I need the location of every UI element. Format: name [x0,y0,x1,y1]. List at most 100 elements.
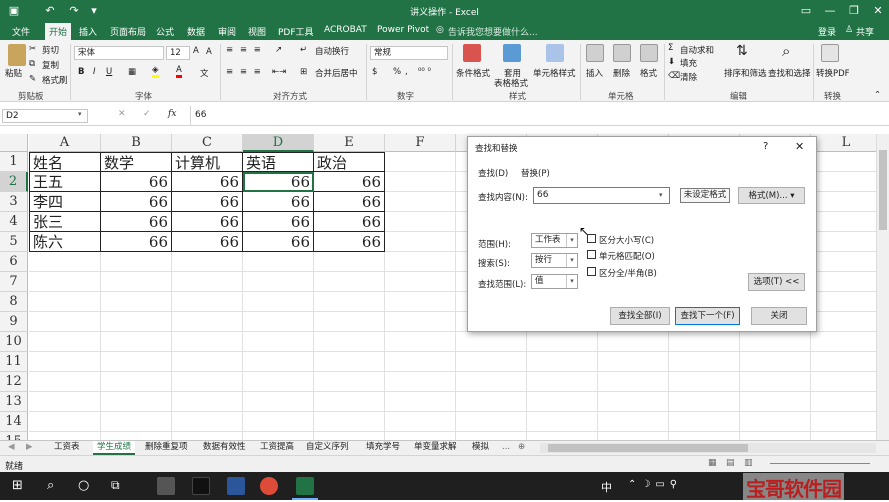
horizontal-scrollbar[interactable] [540,443,876,453]
empty-cell[interactable] [29,272,101,292]
vertical-align-icons[interactable]: ≡ ≡ ≡ [226,45,263,55]
copy-button[interactable]: 复制 [42,59,59,71]
empty-cell[interactable] [243,292,314,312]
empty-cell[interactable] [29,252,101,272]
column-header-F[interactable]: F [385,134,456,152]
data-cell[interactable]: 66 [314,232,385,252]
empty-cell[interactable] [29,432,101,440]
empty-cell[interactable] [740,392,811,412]
empty-cell[interactable] [172,332,243,352]
convert-pdf-button[interactable]: 转换PDF [816,67,850,79]
empty-cell[interactable] [385,152,456,172]
find-select-icon[interactable]: ⌕ [782,42,790,60]
percent-button[interactable]: % [393,67,401,77]
empty-cell[interactable] [385,372,456,392]
delete-cells-button[interactable]: 删除 [613,67,630,79]
row-header-5[interactable]: 5 [0,232,28,252]
border-icon[interactable]: ▦ [128,67,136,77]
search-select[interactable]: 按行 ▾ [531,253,578,268]
tab-view[interactable]: 视图 [248,25,266,38]
comma-icon[interactable]: , [405,67,408,77]
chrome-icon[interactable] [260,477,278,495]
empty-cell[interactable] [456,432,527,440]
data-cell[interactable]: 66 [243,232,314,252]
sheet-tab-0[interactable]: 工资表 [54,441,80,455]
sheet-tab-4[interactable]: 工资提高 [260,441,294,455]
merge-center-button[interactable]: 合并后居中 [315,67,358,79]
empty-cell[interactable] [598,392,669,412]
tray-icons[interactable]: ⌃☽▭⚲ [628,479,682,490]
empty-cell[interactable] [172,352,243,372]
empty-cell[interactable] [811,432,882,440]
empty-cell[interactable] [811,172,882,192]
empty-cell[interactable] [811,392,882,412]
empty-cell[interactable] [314,332,385,352]
row-header-3[interactable]: 3 [0,192,28,212]
find-history-dropdown-icon[interactable]: ▾ [659,191,663,199]
empty-cell[interactable] [385,432,456,440]
empty-cell[interactable] [101,412,172,432]
empty-cell[interactable] [243,412,314,432]
excel-icon[interactable] [296,477,314,495]
data-cell[interactable]: 66 [172,212,243,232]
underline-button[interactable]: U [106,67,112,77]
header-cell[interactable]: 政治 [314,152,385,172]
font-color-icon[interactable]: A [176,66,182,78]
format-cells-icon[interactable] [640,44,658,62]
empty-cell[interactable] [669,392,740,412]
empty-cell[interactable] [385,252,456,272]
empty-cell[interactable] [29,312,101,332]
clear-button[interactable]: 清除 [680,71,697,83]
tab-pdf-tools[interactable]: PDF工具 [278,25,314,38]
empty-cell[interactable] [456,352,527,372]
find-next-button[interactable]: 查找下一个(F) [675,307,740,325]
formula-input[interactable]: 66 [195,110,206,120]
empty-cell[interactable] [527,392,598,412]
format-button[interactable]: 格式(M)... ▾ [738,187,805,204]
empty-cell[interactable] [740,352,811,372]
empty-cell[interactable] [598,412,669,432]
empty-cell[interactable] [243,332,314,352]
empty-cell[interactable] [101,352,172,372]
format-painter-button[interactable]: 格式刷 [42,74,68,86]
page-layout-view-icon[interactable]: ▤ [726,458,735,468]
empty-cell[interactable] [385,192,456,212]
empty-cell[interactable] [101,312,172,332]
header-cell[interactable]: 计算机 [172,152,243,172]
empty-cell[interactable] [29,412,101,432]
empty-cell[interactable] [811,292,882,312]
horizontal-scrollbar-thumb[interactable] [548,444,748,452]
empty-cell[interactable] [29,292,101,312]
empty-cell[interactable] [811,372,882,392]
font-name-select[interactable]: 宋体 [74,46,164,60]
empty-cell[interactable] [669,372,740,392]
conditional-format-button[interactable]: 条件格式 [456,67,490,79]
autosum-button[interactable]: 自动求和 [680,44,714,56]
find-all-button[interactable]: 查找全部(I) [610,307,670,325]
ime-indicator[interactable]: 中 [601,479,612,495]
empty-cell[interactable] [101,332,172,352]
empty-cell[interactable] [172,312,243,332]
empty-cell[interactable] [172,272,243,292]
tab-find[interactable]: 查找(D) [478,167,508,179]
cortana-icon[interactable]: ○ [78,478,89,493]
row-header-12[interactable]: 12 [0,372,28,392]
data-cell[interactable]: 66 [101,172,172,192]
empty-cell[interactable] [243,272,314,292]
cancel-icon[interactable]: ✕ [118,109,126,119]
empty-cell[interactable] [385,332,456,352]
add-sheet-icon[interactable]: ⊕ [518,441,525,455]
empty-cell[interactable] [243,392,314,412]
data-cell[interactable]: 66 [172,172,243,192]
sign-in-link[interactable]: 登录 [818,25,836,38]
empty-cell[interactable] [811,332,882,352]
empty-cell[interactable] [172,252,243,272]
data-cell[interactable]: 66 [243,192,314,212]
data-cell[interactable]: 李四 [29,192,101,212]
row-header-2[interactable]: 2 [0,172,28,192]
empty-cell[interactable] [314,412,385,432]
sheet-tab-1[interactable]: 学生成绩 [93,441,136,455]
within-select[interactable]: 工作表 ▾ [531,233,578,248]
empty-cell[interactable] [527,332,598,352]
header-cell[interactable]: 数学 [101,152,172,172]
